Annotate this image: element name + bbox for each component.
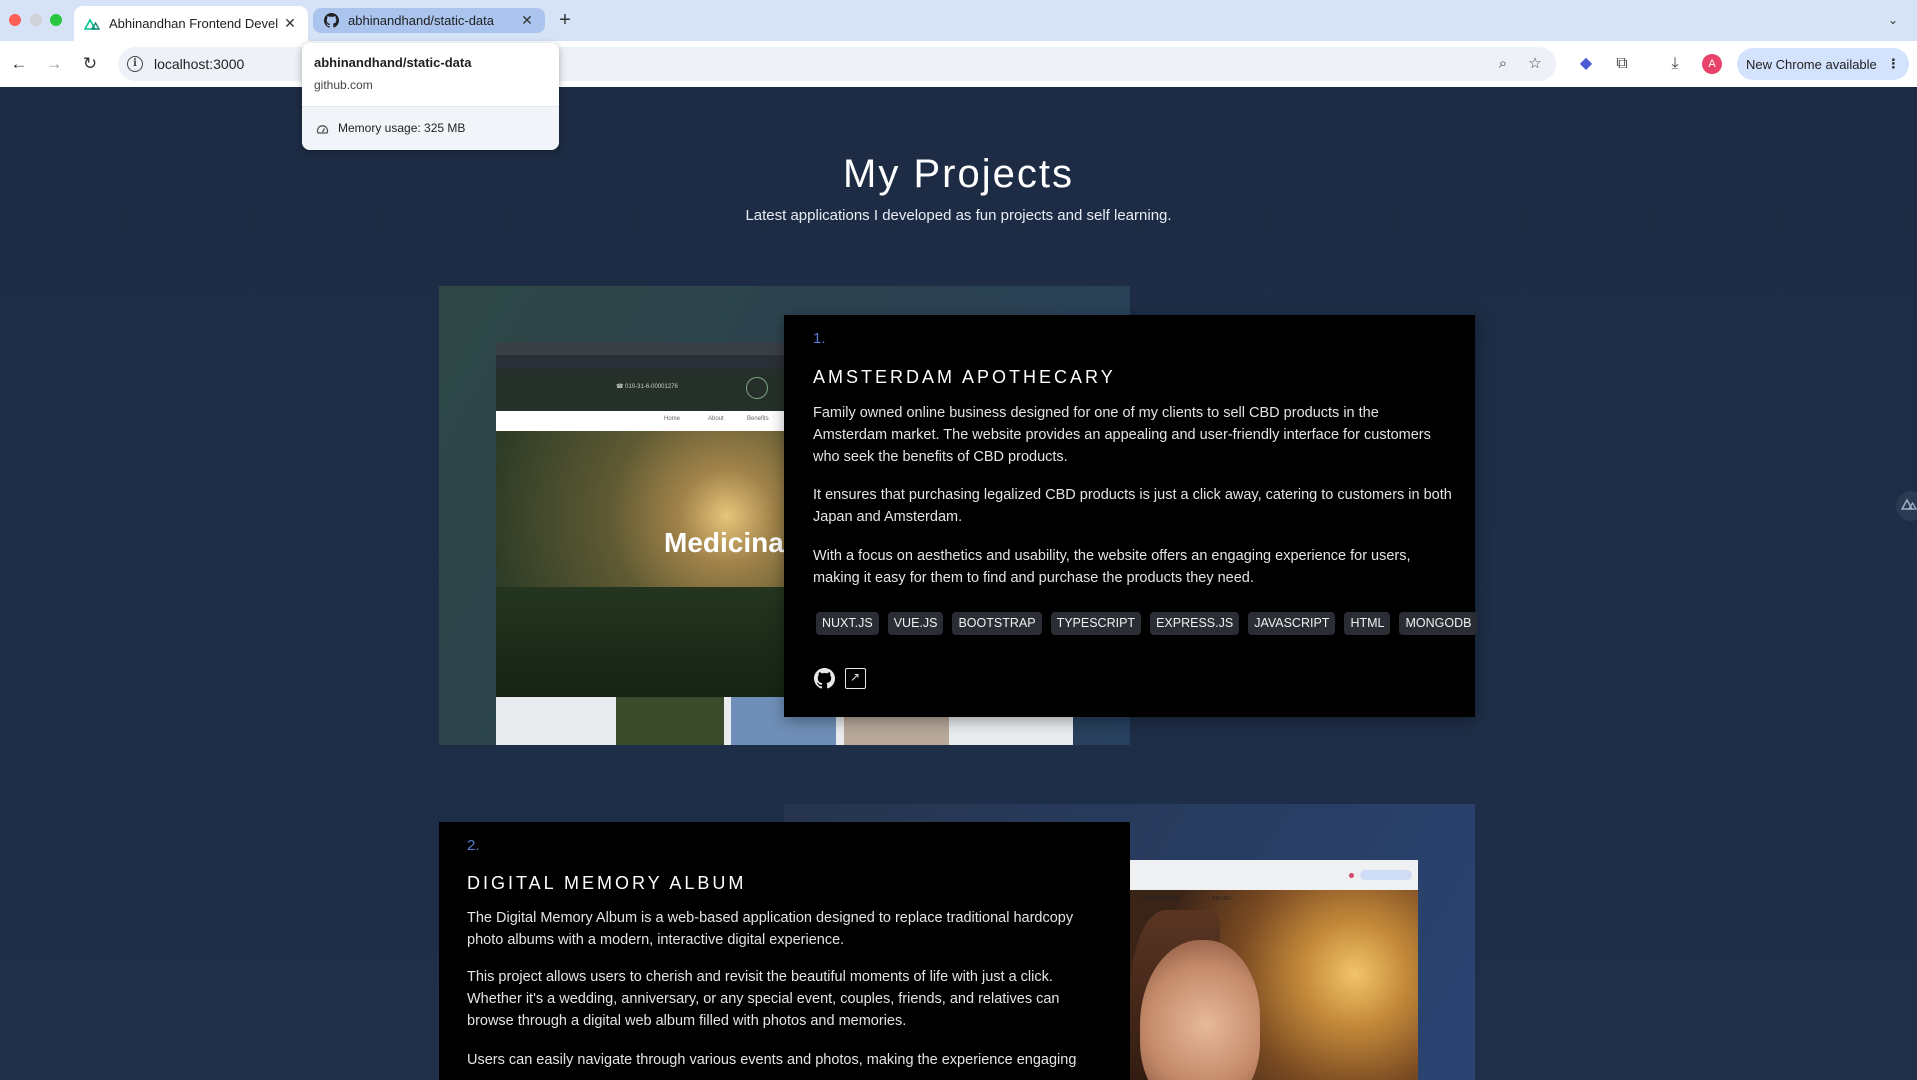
project-2-card: 2. DIGITAL MEMORY ALBUM The Digital Memo… — [439, 822, 1130, 1080]
screenshot-nav-item: Home — [664, 416, 681, 422]
project-number: 1. — [813, 330, 826, 347]
profile-avatar[interactable]: A — [1702, 54, 1722, 74]
window-close-button[interactable] — [9, 14, 21, 26]
screenshot-hero-text: Medicinal — [664, 527, 792, 558]
browser-toolbar: ← → ↻ i localhost:3000 ⌕ ☆ ◆ ⧉ ⤓ A New C… — [0, 41, 1917, 87]
hover-card-memory: Memory usage: 325 MB — [302, 106, 559, 150]
tab-strip: Abhinandhan Frontend Devel ✕ abhinandhan… — [0, 0, 1917, 41]
tab-github[interactable]: abhinandhand/static-data ✕ — [313, 8, 545, 33]
screenshot-urlbar — [1130, 860, 1418, 890]
zoom-icon[interactable]: ⌕ — [1494, 55, 1512, 73]
screenshot-menu-item: GUEST BOOK — [1142, 896, 1180, 902]
back-arrow-icon[interactable]: ← — [6, 51, 32, 77]
screenshot-update-pill — [1360, 870, 1412, 880]
page-title: My Projects — [843, 152, 1074, 196]
site-info-icon[interactable]: i — [127, 56, 143, 72]
tab-portfolio[interactable]: Abhinandhan Frontend Devel ✕ — [74, 6, 308, 41]
extensions-puzzle-icon[interactable]: ⧉ — [1609, 51, 1635, 77]
screenshot-menu-item: SHARE — [1212, 896, 1232, 902]
project-description: With a focus on aesthetics and usability… — [813, 548, 1411, 586]
tech-tags: NUXT.JS VUE.JS BOOTSTRAP TYPESCRIPT EXPR… — [816, 612, 1478, 635]
screenshot-photo: GUEST BOOK SHARE — [1130, 890, 1418, 1080]
nuxt-icon — [84, 16, 100, 32]
project-number: 2. — [467, 837, 480, 854]
screenshot-phone: ☎ 010-31-6-00001276 — [616, 384, 678, 390]
memory-icon — [316, 123, 329, 136]
url-text[interactable]: localhost:3000 — [154, 56, 244, 72]
tech-tag: BOOTSTRAP — [952, 612, 1042, 635]
screenshot-nav-item: About — [708, 416, 724, 422]
project-description: Family owned online business designed fo… — [813, 405, 1431, 465]
project-description: The Digital Memory Album is a web-based … — [467, 910, 1074, 948]
extension-layers-icon[interactable]: ◆ — [1573, 51, 1599, 77]
close-tab-icon[interactable]: ✕ — [282, 15, 298, 32]
update-label: New Chrome available — [1746, 56, 1877, 72]
project-title: AMSTERDAM APOTHECARY — [813, 367, 1116, 387]
page-subtitle: Latest applications I developed as fun p… — [745, 207, 1172, 224]
new-tab-button[interactable]: + — [555, 8, 575, 32]
github-icon — [323, 13, 339, 29]
tab-title: abhinandhand/static-data — [348, 13, 495, 28]
project-title: DIGITAL MEMORY ALBUM — [467, 873, 747, 893]
github-icon[interactable] — [813, 667, 835, 689]
project-description: It ensures that purchasing legalized CBD… — [813, 487, 1452, 525]
tech-tag: VUE.JS — [887, 612, 944, 635]
tech-tag: EXPRESS.JS — [1150, 612, 1240, 635]
project-description: This project allows users to cherish and… — [467, 969, 1060, 1029]
tech-tag: NUXT.JS — [816, 612, 879, 635]
new-chrome-available-button[interactable]: New Chrome available ⋮ — [1737, 48, 1909, 80]
screenshot-tile — [616, 697, 724, 745]
tech-tag: HTML — [1344, 612, 1391, 635]
more-menu-icon[interactable]: ⋮ — [1887, 56, 1900, 72]
tech-tag: JAVASCRIPT — [1248, 612, 1336, 635]
project-2-screenshot[interactable]: GUEST BOOK SHARE — [1130, 860, 1418, 1080]
screenshot-avatar — [1349, 873, 1354, 878]
tab-search-icon[interactable]: ⌄ — [1882, 8, 1904, 32]
screenshot-nav-item: Benefits — [747, 416, 769, 422]
memory-usage-text: Memory usage: 325 MB — [338, 121, 466, 135]
bookmark-star-icon[interactable]: ☆ — [1526, 55, 1544, 73]
forward-arrow-icon[interactable]: → — [41, 51, 67, 77]
external-link-icon[interactable]: ↗ — [844, 667, 866, 689]
screenshot-logo — [746, 377, 768, 399]
nuxt-devtools-icon[interactable] — [1896, 491, 1917, 521]
window-maximize-button[interactable] — [50, 14, 62, 26]
download-icon[interactable]: ⤓ — [1662, 51, 1688, 77]
tech-tag: MONGODB — [1399, 612, 1478, 635]
close-tab-icon[interactable]: ✕ — [519, 12, 535, 29]
tech-tag: TYPESCRIPT — [1050, 612, 1142, 635]
reload-icon[interactable]: ↻ — [77, 51, 103, 77]
project-1-card: 1. AMSTERDAM APOTHECARY Family owned onl… — [784, 315, 1478, 717]
portfolio-page: My Projects Latest applications I develo… — [0, 87, 1917, 1080]
project-links: ↗ — [813, 667, 866, 689]
hover-card-title: abhinandhand/static-data — [314, 55, 472, 70]
hover-card-domain: github.com — [314, 78, 373, 92]
tab-hover-card: abhinandhand/static-data github.com Memo… — [302, 43, 559, 150]
tab-title: Abhinandhan Frontend Devel — [109, 16, 279, 31]
window-minimize-button[interactable] — [30, 14, 42, 26]
project-description: Users can easily navigate through variou… — [467, 1052, 1077, 1068]
